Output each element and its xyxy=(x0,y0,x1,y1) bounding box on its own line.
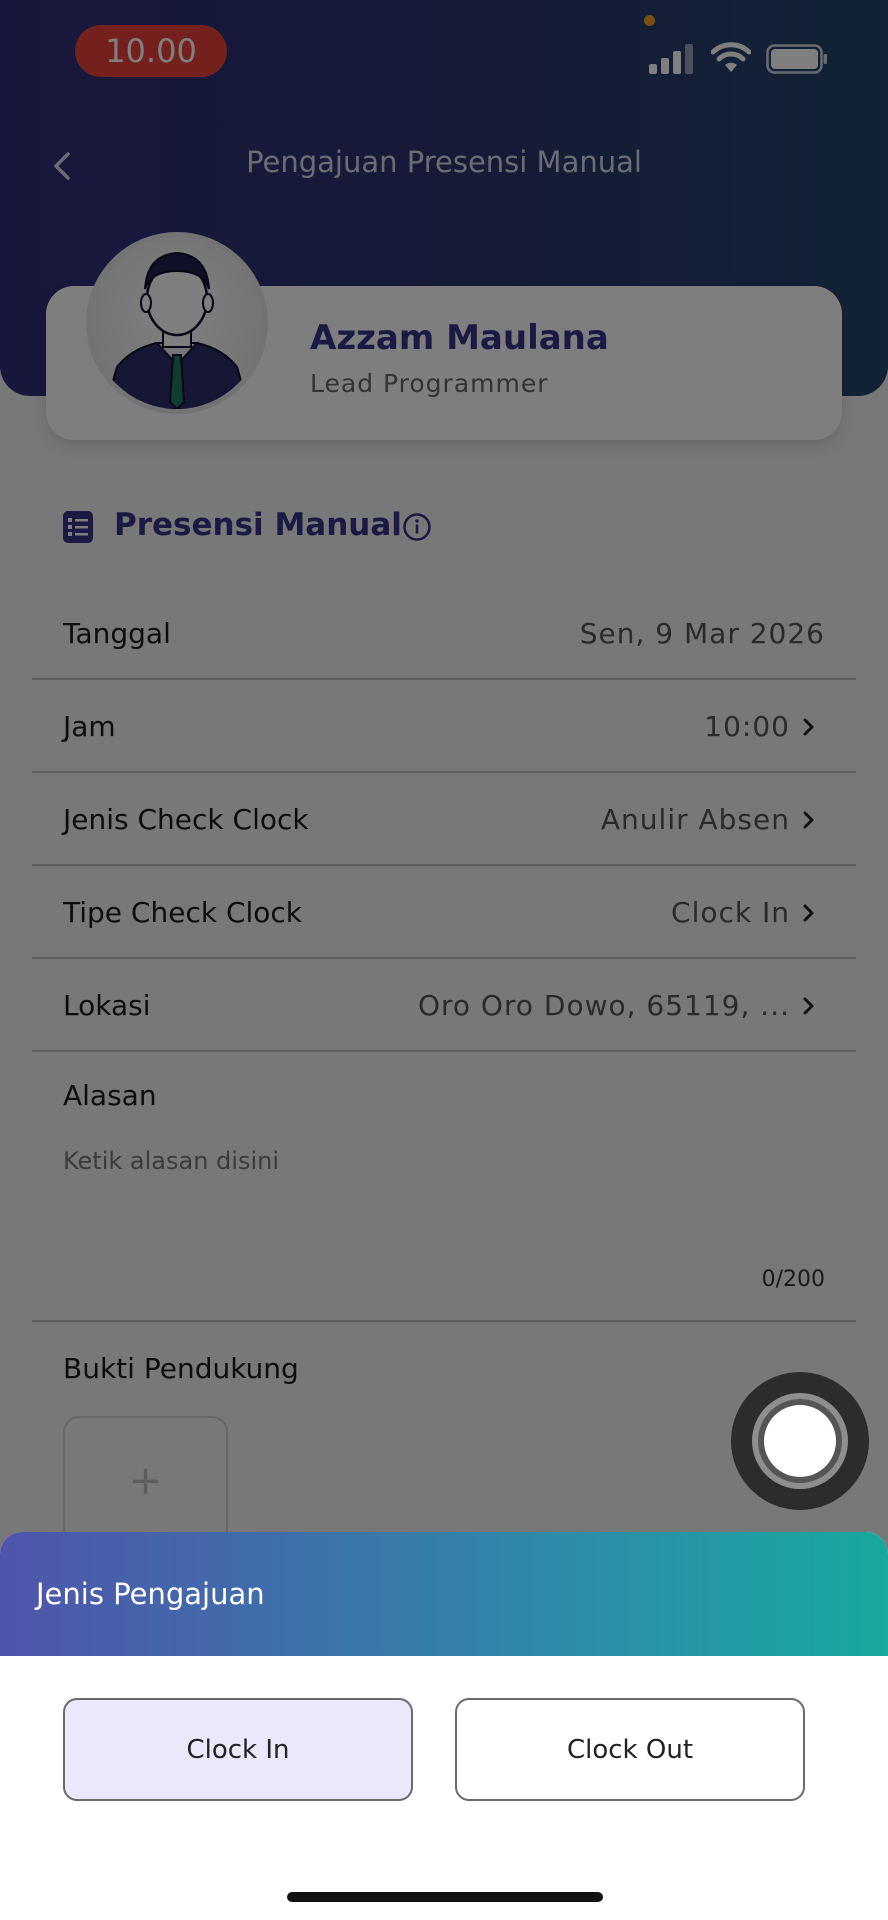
sheet-header: Jenis Pengajuan xyxy=(0,1532,888,1656)
assistive-touch-core xyxy=(764,1405,836,1477)
clock-out-option-button[interactable]: Clock Out xyxy=(455,1698,805,1801)
clock-in-option-button[interactable]: Clock In xyxy=(63,1698,413,1801)
home-indicator[interactable] xyxy=(287,1892,603,1902)
assistive-touch-button[interactable] xyxy=(731,1372,869,1510)
bottom-sheet: Jenis Pengajuan Clock In Clock Out xyxy=(0,1532,888,1920)
sheet-title: Jenis Pengajuan xyxy=(36,1577,265,1611)
